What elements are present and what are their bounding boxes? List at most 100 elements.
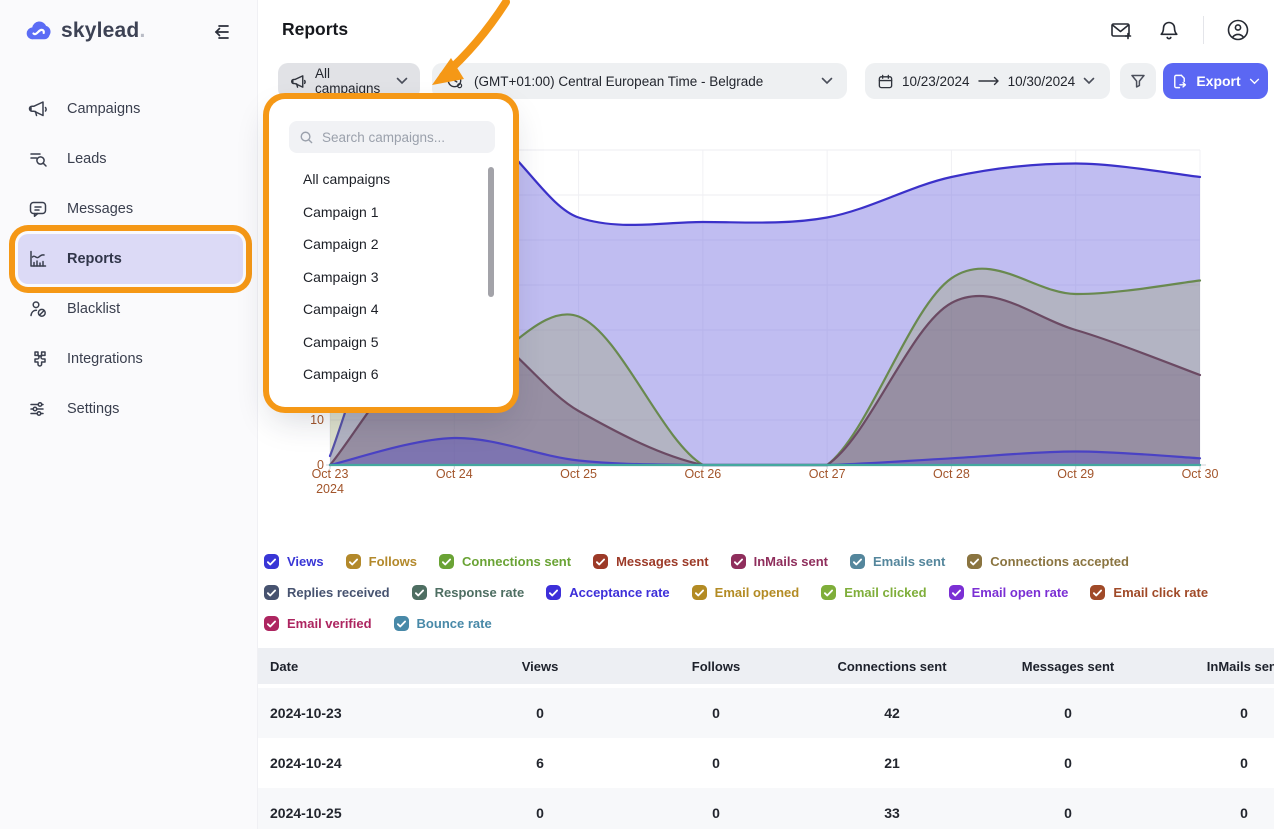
campaign-dropdown-panel: All campaignsCampaign 1Campaign 2Campaig… xyxy=(271,101,511,405)
table-header-cell: Date xyxy=(258,659,452,674)
campaign-option[interactable]: Campaign 5 xyxy=(271,326,511,359)
legend-checkbox[interactable] xyxy=(967,554,982,569)
legend-item-replies-received[interactable]: Replies received xyxy=(264,582,390,603)
svg-text:2024: 2024 xyxy=(316,482,344,496)
sidebar: skylead. CampaignsLeads Messages Reports Bl… xyxy=(0,0,258,829)
table-cell: 6 xyxy=(452,755,628,771)
sidebar-item-messages[interactable]: Messages xyxy=(18,184,243,234)
campaign-search-box xyxy=(289,121,495,153)
legend-label: Bounce rate xyxy=(417,616,492,631)
legend-item-email-click-rate[interactable]: Email click rate xyxy=(1090,582,1208,603)
funnel-icon xyxy=(1129,72,1147,90)
legend-item-inmails-sent[interactable]: InMails sent xyxy=(731,551,828,572)
legend-checkbox[interactable] xyxy=(264,585,279,600)
legend-label: Replies received xyxy=(287,585,390,600)
table-row: 2024-10-23004200 xyxy=(258,688,1274,738)
legend-label: Email opened xyxy=(715,585,800,600)
sidebar-item-settings[interactable]: Settings xyxy=(18,384,243,434)
table-cell: 0 xyxy=(1156,805,1274,821)
legend-checkbox[interactable] xyxy=(850,554,865,569)
table-cell: 33 xyxy=(804,805,980,821)
legend-item-response-rate[interactable]: Response rate xyxy=(412,582,525,603)
sidebar-item-blacklist[interactable]: Blacklist xyxy=(18,284,243,334)
svg-text:Oct 24: Oct 24 xyxy=(436,467,473,481)
legend-item-email-open-rate[interactable]: Email open rate xyxy=(949,582,1069,603)
filter-button[interactable] xyxy=(1120,63,1156,99)
legend-item-email-clicked[interactable]: Email clicked xyxy=(821,582,926,603)
legend-item-follows[interactable]: Follows xyxy=(346,551,417,572)
legend-item-bounce-rate[interactable]: Bounce rate xyxy=(394,613,492,634)
date-to: 10/30/2024 xyxy=(1008,74,1076,89)
legend-checkbox[interactable] xyxy=(821,585,836,600)
legend-item-views[interactable]: Views xyxy=(264,551,324,572)
legend-checkbox[interactable] xyxy=(439,554,454,569)
svg-text:Oct 25: Oct 25 xyxy=(560,467,597,481)
table-header-cell: Connections sent xyxy=(804,659,980,674)
legend-item-connections-accepted[interactable]: Connections accepted xyxy=(967,551,1129,572)
legend-item-connections-sent[interactable]: Connections sent xyxy=(439,551,571,572)
legend-checkbox[interactable] xyxy=(264,554,279,569)
account-avatar-icon[interactable] xyxy=(1224,16,1252,44)
check-icon xyxy=(415,589,424,597)
table-header-cell: Views xyxy=(452,659,628,674)
legend-label: Email clicked xyxy=(844,585,926,600)
campaign-option[interactable]: Campaign 3 xyxy=(271,261,511,294)
svg-text:0: 0 xyxy=(317,458,324,472)
legend-checkbox[interactable] xyxy=(731,554,746,569)
sidebar-item-leads[interactable]: Leads xyxy=(18,134,243,184)
campaign-option[interactable]: All campaigns xyxy=(271,163,511,196)
sidebar-item-integrations[interactable]: Integrations xyxy=(18,334,243,384)
export-button[interactable]: Export xyxy=(1163,63,1268,99)
legend-label: Response rate xyxy=(435,585,525,600)
sidebar-item-campaigns[interactable]: Campaigns xyxy=(18,84,243,134)
legend-item-email-verified[interactable]: Email verified xyxy=(264,613,372,634)
skylead-logo[interactable]: skylead. xyxy=(24,14,238,48)
notifications-bell-icon[interactable] xyxy=(1155,16,1183,44)
table-cell: 2024-10-23 xyxy=(258,705,452,721)
puzzle-icon xyxy=(27,348,49,370)
legend-checkbox[interactable] xyxy=(1090,585,1105,600)
legend-checkbox[interactable] xyxy=(692,585,707,600)
campaign-option[interactable]: Campaign 6 xyxy=(271,358,511,391)
dropdown-scrollbar[interactable] xyxy=(488,167,494,297)
legend-checkbox[interactable] xyxy=(264,616,279,631)
table-cell: 0 xyxy=(980,705,1156,721)
mail-plus-icon[interactable] xyxy=(1107,16,1135,44)
legend-item-messages-sent[interactable]: Messages sent xyxy=(593,551,709,572)
campaign-option[interactable]: Campaign 1 xyxy=(271,196,511,229)
check-icon xyxy=(853,558,862,566)
check-icon xyxy=(970,558,979,566)
export-label: Export xyxy=(1196,73,1240,89)
table-header-cell: Follows xyxy=(628,659,804,674)
sidebar-collapse-icon[interactable] xyxy=(209,20,233,44)
date-range-picker[interactable]: 10/23/2024 10/30/2024 xyxy=(865,63,1110,99)
legend-checkbox[interactable] xyxy=(949,585,964,600)
timezone-select[interactable]: (GMT+01:00) Central European Time - Belg… xyxy=(432,63,847,99)
legend-checkbox[interactable] xyxy=(593,554,608,569)
check-icon xyxy=(952,589,961,597)
campaign-option[interactable]: Campaign 4 xyxy=(271,293,511,326)
legend-checkbox[interactable] xyxy=(546,585,561,600)
legend-item-acceptance-rate[interactable]: Acceptance rate xyxy=(546,582,669,603)
table-cell: 0 xyxy=(1156,755,1274,771)
legend-checkbox[interactable] xyxy=(394,616,409,631)
sidebar-item-label: Messages xyxy=(67,201,133,217)
chart-legend: Views Follows Connections sent Messages sen… xyxy=(264,551,1264,634)
check-icon xyxy=(267,589,276,597)
campaign-search-input[interactable] xyxy=(322,130,482,145)
sliders-icon xyxy=(27,398,49,420)
legend-item-email-opened[interactable]: Email opened xyxy=(692,582,800,603)
legend-checkbox[interactable] xyxy=(346,554,361,569)
reports-table: DateViewsFollowsConnections sentMessages… xyxy=(258,648,1274,829)
campaign-selector-button[interactable]: All campaigns xyxy=(278,63,420,99)
table-row: 2024-10-25003300 xyxy=(258,788,1274,829)
sidebar-item-reports[interactable]: Reports xyxy=(18,234,243,284)
search-list-icon xyxy=(27,148,49,170)
sidebar-item-label: Blacklist xyxy=(67,301,120,317)
legend-label: Acceptance rate xyxy=(569,585,669,600)
page-title: Reports xyxy=(282,19,348,40)
legend-item-emails-sent[interactable]: Emails sent xyxy=(850,551,945,572)
legend-label: Views xyxy=(287,554,324,569)
legend-checkbox[interactable] xyxy=(412,585,427,600)
campaign-option[interactable]: Campaign 2 xyxy=(271,228,511,261)
